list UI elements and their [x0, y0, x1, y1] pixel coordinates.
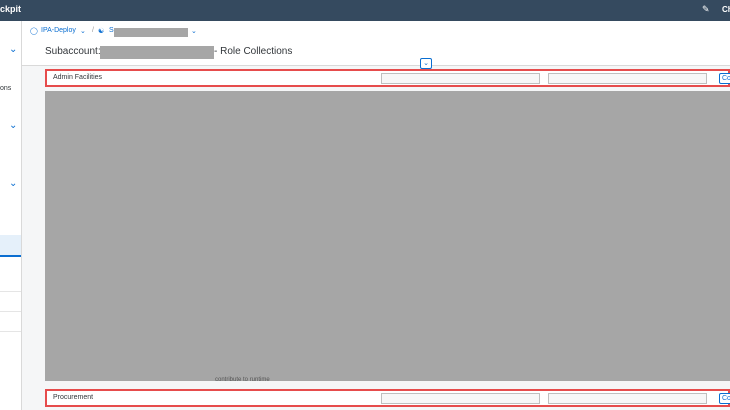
chevron-down-icon[interactable]: ⌄ — [9, 178, 17, 189]
user-menu[interactable]: Ch — [722, 5, 730, 14]
role-field[interactable] — [548, 393, 707, 404]
divider — [0, 311, 21, 312]
redacted-content-area — [45, 91, 730, 381]
sidebar-item-role-collections[interactable]: ons — [0, 85, 11, 92]
divider — [0, 331, 21, 332]
page-header: Subaccount: - Role Collections — [22, 41, 730, 66]
app-title: ckpit — [0, 4, 22, 14]
breadcrumb-subaccount[interactable]: S — [109, 27, 114, 34]
breadcrumb: ◯ IPA-Deploy ⌄ / ☯ S ⌄ — [22, 21, 730, 42]
role-collection-row[interactable]: Procurement Co — [45, 389, 730, 407]
page-title-suffix: - Role Collections — [214, 46, 293, 57]
breadcrumb-global-account[interactable]: IPA-Deploy — [41, 27, 76, 34]
redacted-subaccount-name — [100, 46, 214, 59]
description-field[interactable] — [381, 393, 540, 404]
feedback-icon[interactable]: ✎ — [702, 4, 710, 15]
description-field[interactable] — [381, 73, 540, 84]
divider — [0, 291, 21, 292]
chevron-down-icon[interactable]: ⌄ — [80, 27, 86, 35]
page-title-prefix: Subaccount: — [45, 46, 101, 57]
partially-hidden-text: contribute to runtime — [215, 377, 270, 383]
role-collection-name: Procurement — [53, 394, 94, 401]
subaccount-icon: ☯ — [98, 28, 105, 35]
collapse-header-button[interactable]: ⌄ — [420, 58, 432, 69]
row-action-button[interactable]: Co — [719, 73, 730, 84]
sidebar: ⌄ ons ⌄ ⌄ — [0, 21, 22, 410]
chevron-down-icon[interactable]: ⌄ — [9, 120, 17, 131]
redacted-subaccount — [114, 28, 188, 37]
role-collection-row[interactable]: Admin Facilities Co — [45, 69, 730, 87]
chevron-down-icon[interactable]: ⌄ — [191, 27, 197, 35]
sidebar-item-selected[interactable] — [0, 235, 21, 257]
role-field[interactable] — [548, 73, 707, 84]
shell-bar: ckpit ✎ Ch — [0, 0, 730, 21]
globe-icon: ◯ — [30, 28, 38, 35]
chevron-down-icon[interactable]: ⌄ — [9, 44, 17, 55]
row-action-button[interactable]: Co — [719, 393, 730, 404]
breadcrumb-separator: / — [92, 27, 94, 34]
role-collection-name: Admin Facilities — [53, 74, 103, 81]
